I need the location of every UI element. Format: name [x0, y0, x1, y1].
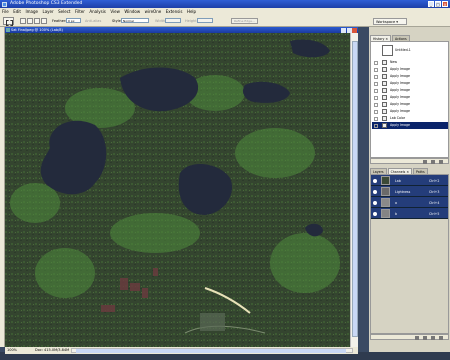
document-title: Sat FinalJpeg @ 100% (Lab/8)	[11, 28, 63, 32]
height-input[interactable]	[197, 18, 213, 23]
menu-wireone[interactable]: wireOne	[145, 9, 162, 14]
horizontal-scroll-thumb[interactable]	[76, 349, 346, 353]
history-item[interactable]: Apply Image	[372, 87, 448, 94]
menu-layer[interactable]: Layer	[42, 9, 53, 14]
image-canvas[interactable]	[5, 33, 350, 347]
intersect-selection-icon[interactable]	[41, 18, 47, 24]
menu-window[interactable]: Window	[124, 9, 140, 14]
panel-dock: History × Actions Untitled-1 New Apply I…	[369, 27, 450, 352]
load-selection-icon[interactable]	[415, 336, 419, 340]
new-selection-icon[interactable]	[20, 18, 26, 24]
menu-extensis[interactable]: Extensis	[166, 9, 183, 14]
new-snapshot-icon[interactable]	[431, 160, 435, 164]
vertical-scrollbar[interactable]	[350, 33, 358, 347]
history-item[interactable]: Apply Image	[372, 80, 448, 87]
workspace-dropdown[interactable]: Workspace ▾	[373, 17, 407, 25]
town	[200, 313, 225, 331]
width-input[interactable]	[165, 18, 181, 23]
maximize-button[interactable]: □	[435, 1, 441, 7]
channels-panel: Lab Ctrl+2 Lightness Ctrl+3 a Ctrl+4 b C…	[370, 174, 449, 334]
channel-row-lightness[interactable]: Lightness Ctrl+3	[371, 186, 448, 197]
menu-filter[interactable]: Filter	[75, 9, 85, 14]
history-item[interactable]: New	[372, 59, 448, 66]
refine-edge-button[interactable]: Refine Edge...	[231, 17, 258, 24]
history-item[interactable]: Apply Image	[372, 108, 448, 115]
document-window: Sat FinalJpeg @ 100% (Lab/8) 100% Doc: 4…	[5, 27, 358, 354]
new-document-icon[interactable]	[423, 160, 427, 164]
document-info[interactable]: Doc: 415.0M/3.84M	[35, 347, 69, 354]
channel-thumbnail	[381, 209, 390, 218]
doc-minimize-button[interactable]	[341, 27, 346, 33]
visibility-eye-icon[interactable]	[373, 211, 377, 216]
doc-maximize-button[interactable]	[346, 27, 352, 33]
snapshot-thumbnail	[382, 45, 393, 56]
window-controls: _ □ ×	[428, 1, 448, 7]
channel-thumbnail	[381, 176, 390, 185]
app-title-bar: Adobe Photoshop CS3 Extended _ □ ×	[0, 0, 450, 8]
history-item[interactable]: Apply Image	[372, 94, 448, 101]
menu-bar: File Edit Image Layer Select Filter Anal…	[0, 8, 450, 15]
vertical-scroll-thumb[interactable]	[352, 41, 358, 337]
menu-view[interactable]: View	[110, 9, 120, 14]
history-item[interactable]: Apply Image	[372, 73, 448, 80]
visibility-eye-icon[interactable]	[373, 200, 377, 205]
channel-row-a[interactable]: a Ctrl+4	[371, 197, 448, 208]
options-bar: Feather: 0 px Anti-alias Style: Normal W…	[0, 15, 450, 27]
feather-label: Feather:	[52, 19, 67, 23]
channels-panel-footer	[370, 334, 449, 340]
document-window-controls	[341, 27, 357, 33]
menu-file[interactable]: File	[2, 9, 9, 14]
snapshot-label: Untitled-1	[395, 48, 411, 52]
close-button[interactable]: ×	[442, 1, 448, 7]
visibility-eye-icon[interactable]	[373, 189, 377, 194]
height-label: Height:	[185, 19, 198, 23]
history-snapshot[interactable]: Untitled-1	[372, 43, 448, 57]
feather-input[interactable]: 0 px	[66, 18, 81, 23]
channel-row-lab[interactable]: Lab Ctrl+2	[371, 175, 448, 186]
satellite-image	[5, 33, 350, 347]
marquee-tool-preset-icon[interactable]	[3, 17, 14, 26]
menu-analysis[interactable]: Analysis	[89, 9, 105, 14]
menu-select[interactable]: Select	[58, 9, 70, 14]
app-title: Adobe Photoshop CS3 Extended	[10, 1, 83, 6]
trash-icon[interactable]	[439, 336, 443, 340]
document-icon	[6, 28, 10, 32]
photoshop-app-icon	[2, 1, 7, 7]
subtract-selection-icon[interactable]	[34, 18, 40, 24]
history-item[interactable]: Apply Image	[372, 101, 448, 108]
antialias-checkbox-label[interactable]: Anti-alias	[85, 19, 101, 23]
visibility-eye-icon[interactable]	[373, 178, 377, 183]
new-channel-icon[interactable]	[431, 336, 435, 340]
style-select[interactable]: Normal	[121, 18, 149, 23]
menu-image[interactable]: Image	[25, 9, 38, 14]
horizontal-scrollbar[interactable]	[71, 348, 353, 353]
menu-edit[interactable]: Edit	[13, 9, 21, 14]
menu-help[interactable]: Help	[187, 9, 196, 14]
zoom-level[interactable]: 100%	[7, 347, 17, 354]
channel-thumbnail	[381, 198, 390, 207]
history-panel-footer	[370, 158, 449, 164]
add-selection-icon[interactable]	[27, 18, 33, 24]
channel-row-b[interactable]: b Ctrl+5	[371, 208, 448, 219]
status-bar: 100% Doc: 415.0M/3.84M	[5, 347, 358, 354]
minimize-button[interactable]: _	[428, 1, 434, 7]
history-item[interactable]: Apply Image	[372, 66, 448, 73]
history-item[interactable]: Lab Color	[372, 115, 448, 122]
doc-close-button[interactable]	[352, 27, 357, 33]
history-panel: Untitled-1 New Apply Image Apply Image A…	[370, 41, 449, 158]
save-selection-icon[interactable]	[423, 336, 427, 340]
trash-icon[interactable]	[439, 160, 443, 164]
channel-thumbnail	[381, 187, 390, 196]
history-item-active[interactable]: Apply Image	[372, 122, 448, 129]
